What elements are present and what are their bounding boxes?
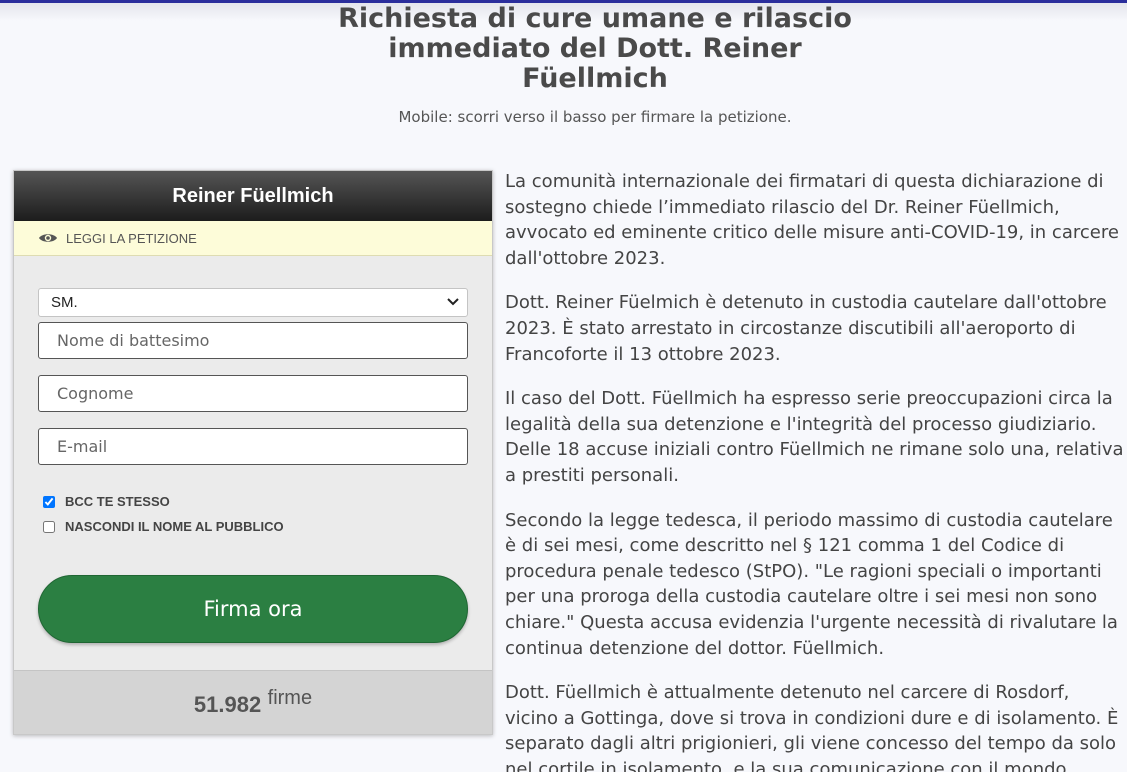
options-group: BCC TE STESSO NASCONDI IL NOME AL PUBBLI…	[38, 489, 468, 539]
signature-count: 51.982	[193, 692, 262, 717]
salutation-select[interactable]: SM.	[38, 288, 468, 317]
petition-panel: Reiner Füellmich LEGGI LA PETIZIONE SM. …	[13, 170, 493, 735]
panel-header: Reiner Füellmich	[14, 171, 492, 221]
sign-now-button[interactable]: Firma ora	[38, 575, 468, 643]
page-title: Richiesta di cure umane e rilascio immed…	[338, 3, 852, 94]
chevron-down-icon	[447, 298, 459, 306]
salutation-value: SM.	[51, 294, 78, 311]
article-paragraph: Secondo la legge tedesca, il periodo mas…	[505, 509, 1118, 659]
article-paragraph: La comunità internazionale dei firmatari…	[505, 171, 1119, 269]
bcc-checkbox[interactable]	[43, 495, 55, 508]
signature-form: SM. BCC TE STESSO NASCONDI IL NOME AL PU…	[14, 256, 492, 643]
read-petition-label: LEGGI LA PETIZIONE	[66, 230, 197, 246]
hide-name-option[interactable]: NASCONDI IL NOME AL PUBBLICO	[38, 514, 468, 539]
read-petition-toggle[interactable]: LEGGI LA PETIZIONE	[14, 221, 492, 256]
article-paragraph: Il caso del Dott. Füellmich ha espresso …	[505, 388, 1124, 486]
article-paragraph: Dott. Reiner Füelmich è detenuto in cust…	[505, 292, 1107, 365]
signature-counter: 51.982 firme	[14, 670, 492, 734]
first-name-input[interactable]	[38, 322, 468, 359]
signature-unit: firme	[267, 687, 313, 709]
email-input[interactable]	[38, 428, 468, 465]
eye-icon	[39, 234, 57, 242]
bcc-label: BCC TE STESSO	[65, 494, 170, 509]
bcc-option[interactable]: BCC TE STESSO	[38, 489, 468, 514]
hide-name-checkbox[interactable]	[43, 520, 55, 533]
mobile-hint: Mobile: scorri verso il basso per firmar…	[398, 108, 792, 126]
last-name-input[interactable]	[38, 375, 468, 412]
article-paragraph: Dott. Füellmich è attualmente detenuto n…	[505, 682, 1119, 772]
petition-text: La comunità internazionale dei firmatari…	[505, 169, 1125, 772]
hide-name-label: NASCONDI IL NOME AL PUBBLICO	[65, 519, 284, 534]
